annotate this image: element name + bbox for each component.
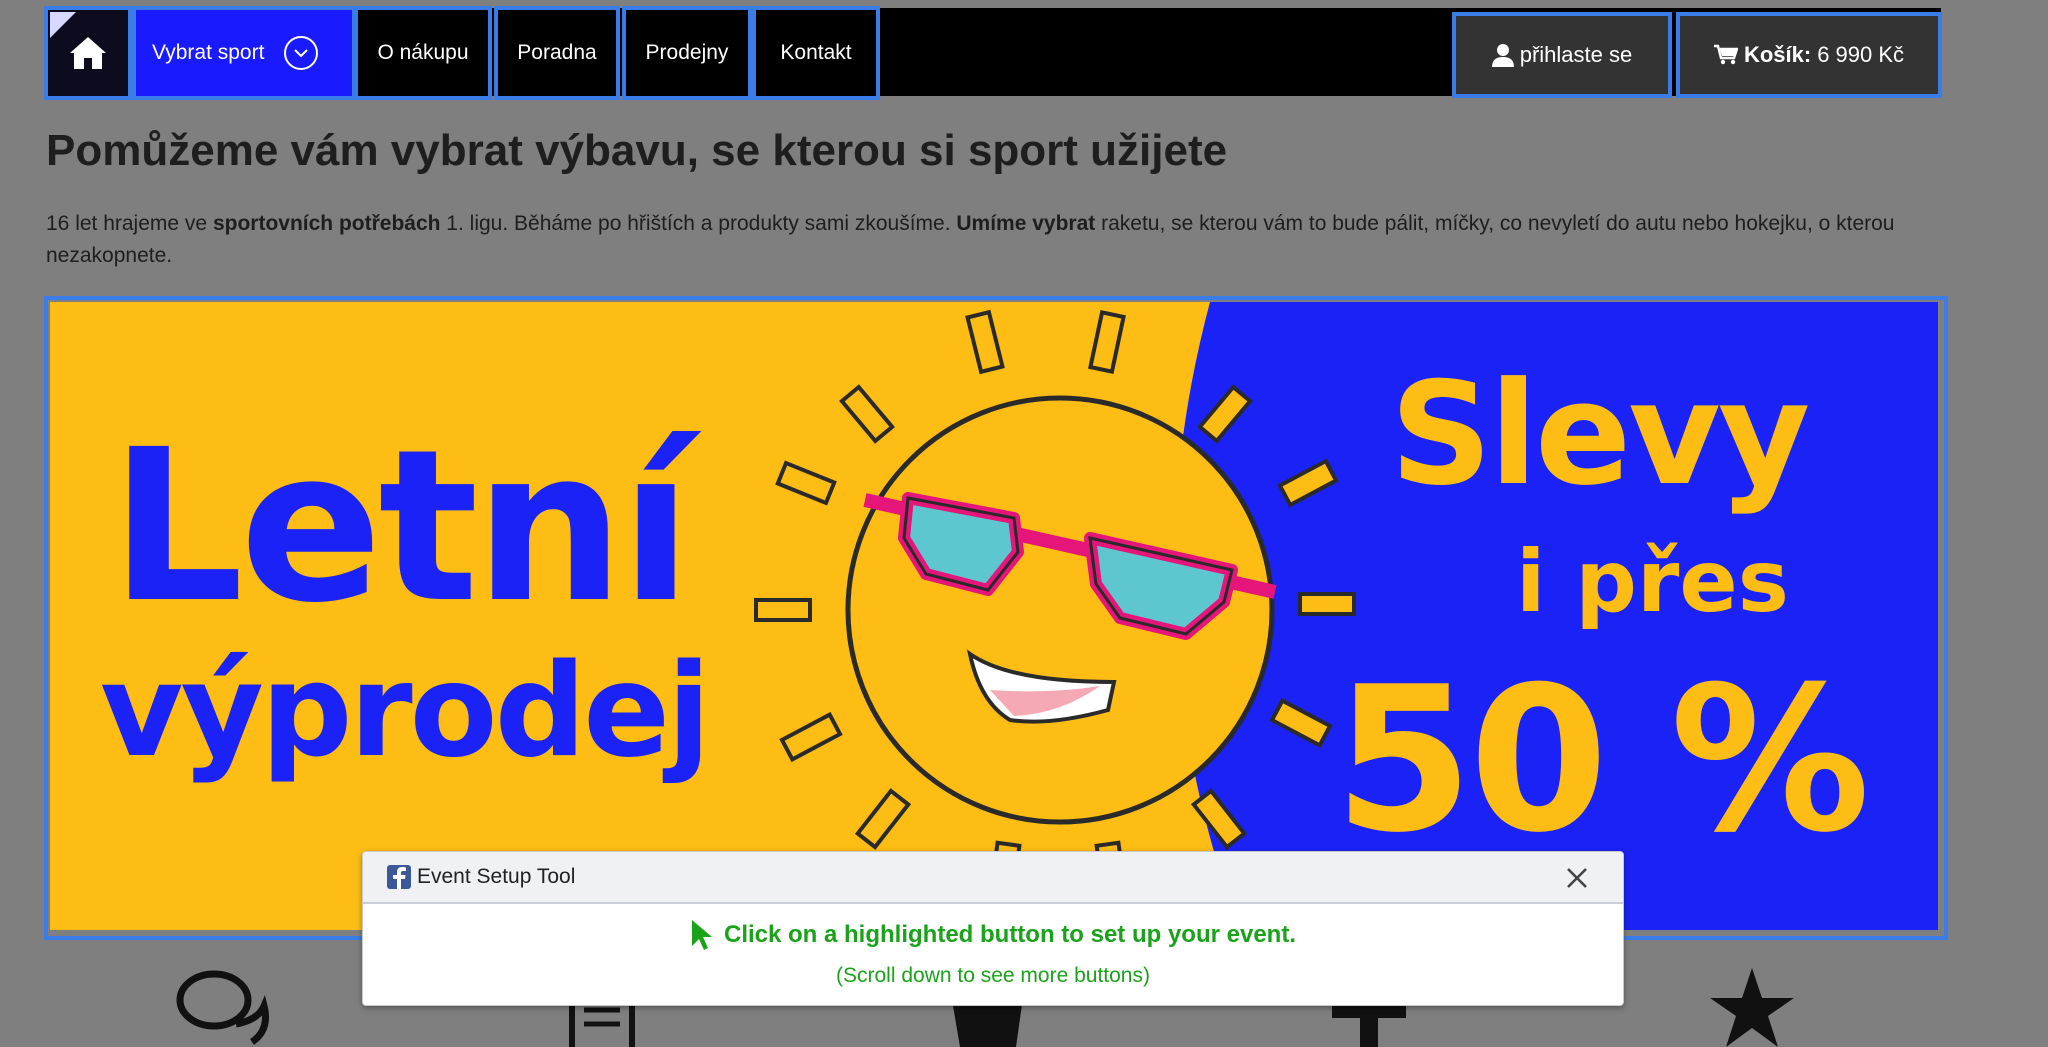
cart-icon (1713, 44, 1738, 65)
nav-item-kontakt[interactable]: Kontakt (752, 6, 880, 100)
dialog-subtext: (Scroll down to see more buttons) (836, 964, 1150, 987)
nav-item-label: Poradna (517, 41, 597, 64)
intro-paragraph: 16 let hrajeme ve sportovních potřebách … (46, 208, 1926, 272)
summer-sale-banner[interactable]: Letní výprodej Slevy i přes 50 % (50, 302, 1938, 930)
nav-item-o-nakupu[interactable]: O nákupu (354, 6, 492, 100)
cart-label: Košík: (1743, 42, 1812, 67)
banner-title-line-1: Letní (110, 404, 692, 649)
banner-discount-line-2: i přes (1516, 532, 1789, 632)
cursor-icon (691, 920, 712, 950)
event-setup-tool-dialog: Event Setup Tool Click on a highlighted … (362, 851, 1624, 1006)
nav-item-prodejny[interactable]: Prodejny (622, 6, 752, 100)
banner-discount-line-1: Slevy (1390, 352, 1810, 517)
banner-title-line-2: výprodej (100, 637, 711, 786)
highlight-corner-marker (50, 12, 76, 38)
login-label: přihlaste se (1519, 42, 1633, 67)
close-icon[interactable] (1565, 866, 1589, 890)
chat-icon (176, 970, 269, 1045)
nav-item-label: Kontakt (780, 41, 852, 64)
intro-text-2: 1. ligu. Běháme po hřištích a produkty s… (440, 212, 957, 235)
dialog-header: Event Setup Tool (363, 852, 1623, 904)
intro-text-1: 16 let hrajeme ve (46, 212, 213, 235)
user-icon (1491, 44, 1514, 67)
facebook-icon (387, 865, 411, 889)
nav-item-vybrat-sport[interactable]: Vybrat sport (132, 6, 356, 100)
chevron-down-icon (284, 36, 319, 70)
dialog-message: Click on a highlighted button to set up … (723, 921, 1296, 948)
login-button[interactable]: přihlaste se (1452, 12, 1672, 98)
intro-bold-2: Umíme vybrat (956, 212, 1096, 235)
nav-item-label: O nákupu (377, 41, 469, 64)
nav-item-label: Vybrat sport (152, 41, 265, 64)
nav-item-label: Prodejny (645, 41, 729, 64)
home-icon (70, 37, 106, 69)
dialog-title: Event Setup Tool (417, 865, 576, 888)
banner-discount-line-3: 50 % (1334, 644, 1870, 877)
intro-bold-1: sportovních potřebách (212, 212, 441, 235)
star-icon (1710, 968, 1794, 1047)
page-title: Pomůžeme vám vybrat výbavu, se kterou si… (46, 126, 1228, 175)
cart-button[interactable]: Košík: 6 990 Kč (1676, 12, 1942, 98)
nav-item-poradna[interactable]: Poradna (494, 6, 620, 100)
cart-total: 6 990 Kč (1817, 42, 1905, 67)
home-button[interactable] (44, 6, 132, 100)
dialog-instruction: Click on a highlighted button to set up … (363, 918, 1623, 952)
